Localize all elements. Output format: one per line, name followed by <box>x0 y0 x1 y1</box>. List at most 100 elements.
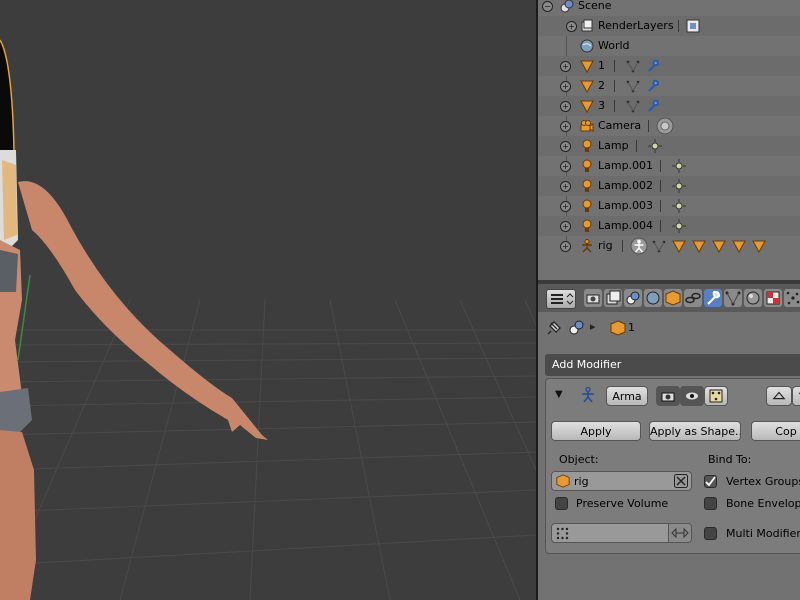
scene-icon <box>626 291 640 305</box>
multi-modifier-checkbox[interactable] <box>704 527 717 540</box>
editor-type-menu[interactable] <box>546 289 576 309</box>
move-up-button[interactable] <box>766 386 792 406</box>
modifiers-tab[interactable] <box>704 289 722 307</box>
constraint-chain-icon <box>685 292 701 304</box>
outliner-row-camera[interactable]: + Camera <box>538 116 800 136</box>
child-mesh-icon[interactable] <box>732 239 746 253</box>
outliner-label: 1 <box>598 59 605 72</box>
preserve-volume-label: Preserve Volume <box>576 497 669 510</box>
armature-modifier-panel: ▼ Arma Apply Apply as Shape... Cop Objec… <box>545 378 800 554</box>
camera-data-icon[interactable] <box>656 117 674 135</box>
render-layers-tab[interactable] <box>604 289 622 307</box>
expand-icon[interactable]: + <box>560 121 571 132</box>
vertex-groups-checkbox[interactable] <box>704 475 717 488</box>
outliner-row-lamp-002[interactable]: + Lamp.002 <box>538 176 800 196</box>
expand-icon[interactable]: + <box>560 101 571 112</box>
child-mesh-icon[interactable] <box>672 239 686 253</box>
clear-x-icon[interactable] <box>674 474 688 488</box>
apply-as-shape-button[interactable]: Apply as Shape... <box>649 421 741 441</box>
expand-icon[interactable]: + <box>560 61 571 72</box>
outliner-panel: − Scene + RenderLayers World + 1 + 2 + 3 <box>538 0 800 280</box>
outliner-row-world[interactable]: World <box>538 36 800 56</box>
properties-editor-icon <box>551 293 574 305</box>
data-tab[interactable] <box>724 289 742 307</box>
vertex-group-selector[interactable] <box>551 523 692 543</box>
modifier-name-field[interactable]: Arma <box>606 386 648 406</box>
bone-envelopes-checkbox[interactable] <box>704 497 717 510</box>
vertex-group-icon <box>556 527 569 540</box>
checkmark-icon <box>705 476 716 487</box>
material-tab[interactable] <box>744 289 762 307</box>
camera-icon <box>580 120 594 132</box>
object-selector[interactable]: rig <box>551 471 692 491</box>
wrench-icon[interactable] <box>646 59 660 73</box>
wrench-icon[interactable] <box>646 79 660 93</box>
outliner-row-object-3[interactable]: + 3 <box>538 96 800 116</box>
child-mesh-icon[interactable] <box>712 239 726 253</box>
copy-button[interactable]: Cop <box>751 421 800 441</box>
expand-icon[interactable]: + <box>560 221 571 232</box>
outliner-row-renderlayers[interactable]: + RenderLayers <box>538 16 800 36</box>
texture-tab[interactable] <box>764 289 782 307</box>
outliner-row-lamp-004[interactable]: + Lamp.004 <box>538 216 800 236</box>
camera-icon <box>661 392 675 402</box>
outliner-row-object-1[interactable]: + 1 <box>538 56 800 76</box>
triangle-up-icon <box>772 391 786 400</box>
render-layer-icon[interactable] <box>686 19 700 33</box>
outliner-row-lamp-003[interactable]: + Lamp.003 <box>538 196 800 216</box>
expand-icon[interactable]: + <box>560 201 571 212</box>
lamp-data-icon[interactable] <box>648 139 662 153</box>
child-mesh-icon[interactable] <box>752 239 766 253</box>
armature-data-icon[interactable] <box>630 237 648 255</box>
armature-modifier-icon <box>582 387 594 403</box>
pin-icon[interactable] <box>546 320 562 336</box>
render-tab[interactable] <box>584 289 602 307</box>
expand-icon[interactable]: + <box>560 161 571 172</box>
viewport-toggle[interactable] <box>680 386 704 406</box>
invert-toggle[interactable] <box>668 524 691 542</box>
outliner-label: Lamp.002 <box>598 179 654 192</box>
mesh-data-icon[interactable] <box>626 59 640 73</box>
outliner-label: Camera <box>598 119 642 132</box>
apply-button[interactable]: Apply <box>551 421 641 441</box>
expand-icon[interactable]: + <box>560 81 571 92</box>
outliner-row-lamp[interactable]: + Lamp <box>538 136 800 156</box>
outliner-row-lamp-001[interactable]: + Lamp.001 <box>538 156 800 176</box>
mesh-data-icon[interactable] <box>626 79 640 93</box>
pose-icon[interactable] <box>652 239 666 253</box>
expand-icon[interactable]: + <box>566 21 577 32</box>
lamp-icon <box>582 219 592 232</box>
add-modifier-menu[interactable]: Add Modifier <box>545 354 800 376</box>
world-tab[interactable] <box>644 289 662 307</box>
bind-to-label: Bind To: <box>708 453 752 466</box>
expand-icon[interactable]: + <box>560 141 571 152</box>
wrench-icon[interactable] <box>646 99 660 113</box>
move-down-button[interactable] <box>792 386 800 406</box>
scene-tab[interactable] <box>624 289 642 307</box>
viewport-canvas <box>0 39 536 600</box>
lamp-data-icon[interactable] <box>672 199 686 213</box>
lamp-data-icon[interactable] <box>672 179 686 193</box>
lamp-data-icon[interactable] <box>672 159 686 173</box>
constraints-tab[interactable] <box>684 289 702 307</box>
mesh-data-icon[interactable] <box>626 99 640 113</box>
expand-icon[interactable]: + <box>560 181 571 192</box>
wrench-icon <box>707 290 721 305</box>
preserve-volume-checkbox[interactable] <box>555 497 568 510</box>
collapse-icon[interactable]: − <box>542 1 553 12</box>
breadcrumb-separator-icon: ▸ <box>590 320 596 333</box>
outliner-row-rig[interactable]: + rig <box>538 236 800 256</box>
outliner-row-object-2[interactable]: + 2 <box>538 76 800 96</box>
camera-icon <box>586 294 600 304</box>
lamp-data-icon[interactable] <box>672 219 686 233</box>
edit-mode-toggle[interactable] <box>704 386 728 406</box>
child-mesh-icon[interactable] <box>692 239 706 253</box>
particles-tab[interactable] <box>784 289 800 307</box>
expand-icon[interactable]: + <box>560 241 571 252</box>
outliner-row-scene[interactable]: − Scene <box>538 0 800 16</box>
collapse-triangle-icon[interactable]: ▼ <box>555 389 563 400</box>
render-toggle[interactable] <box>656 386 680 406</box>
3d-viewport[interactable] <box>0 0 536 600</box>
object-tab[interactable] <box>664 289 682 307</box>
multi-modifier-label: Multi Modifier <box>726 527 800 540</box>
